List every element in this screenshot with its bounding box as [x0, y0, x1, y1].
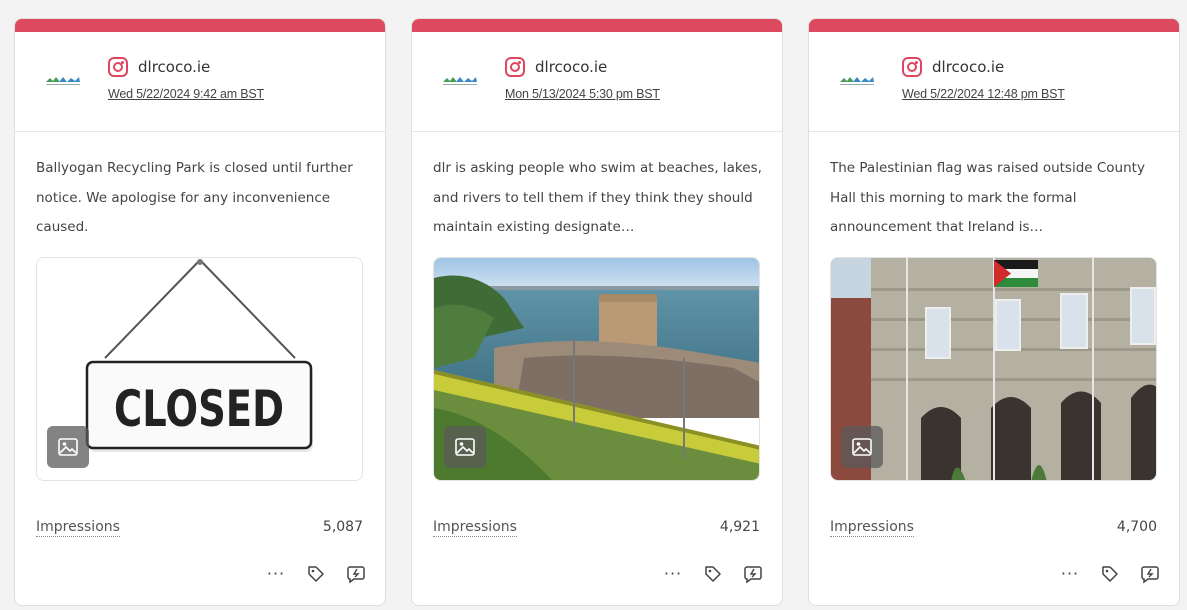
card-header: dlrcoco.ie Wed 5/22/2024 9:42 am BST	[15, 32, 385, 132]
tag-icon[interactable]	[702, 563, 724, 585]
metric-label[interactable]: Impressions	[433, 519, 517, 537]
metric-label[interactable]: Impressions	[36, 519, 120, 537]
post-date-link[interactable]: Wed 5/22/2024 9:42 am BST	[108, 87, 264, 101]
account-name[interactable]: dlrcoco.ie	[932, 58, 1004, 76]
image-icon	[47, 426, 89, 468]
instagram-icon	[505, 57, 525, 77]
post-grid: dlrcoco.ie Wed 5/22/2024 9:42 am BST Bal…	[14, 18, 1180, 606]
metric-label[interactable]: Impressions	[830, 519, 914, 537]
post-caption: Ballyogan Recycling Park is closed until…	[36, 160, 353, 235]
card-status-bar	[412, 19, 782, 32]
brand-logo	[840, 77, 874, 85]
metric-value: 5,087	[322, 519, 363, 535]
image-icon	[444, 426, 486, 468]
card-actions: ···	[662, 563, 764, 585]
metric-value: 4,700	[1116, 519, 1157, 535]
card-header: dlrcoco.ie Wed 5/22/2024 12:48 pm BST	[809, 32, 1179, 132]
reply-icon[interactable]	[1139, 563, 1161, 585]
post-card[interactable]: dlrcoco.ie Wed 5/22/2024 12:48 pm BST Th…	[808, 18, 1180, 606]
post-image[interactable]	[830, 257, 1157, 481]
image-icon	[841, 426, 883, 468]
instagram-icon	[902, 57, 922, 77]
card-actions: ···	[265, 563, 367, 585]
post-card[interactable]: dlrcoco.ie Mon 5/13/2024 5:30 pm BST dlr…	[411, 18, 783, 606]
post-card[interactable]: dlrcoco.ie Wed 5/22/2024 9:42 am BST Bal…	[14, 18, 386, 606]
sign-text: CLOSED	[114, 380, 284, 438]
account-name[interactable]: dlrcoco.ie	[535, 58, 607, 76]
reply-icon[interactable]	[742, 563, 764, 585]
brand-logo	[46, 77, 80, 85]
post-image[interactable]	[433, 257, 760, 481]
reply-icon[interactable]	[345, 563, 367, 585]
card-actions: ···	[1059, 563, 1161, 585]
tag-icon[interactable]	[305, 563, 327, 585]
brand-logo	[443, 77, 477, 85]
post-date-link[interactable]: Mon 5/13/2024 5:30 pm BST	[505, 87, 660, 101]
metric-value: 4,921	[719, 519, 760, 535]
card-status-bar	[809, 19, 1179, 32]
more-dots-icon[interactable]: ···	[1059, 563, 1081, 585]
card-header: dlrcoco.ie Mon 5/13/2024 5:30 pm BST	[412, 32, 782, 132]
instagram-icon	[108, 57, 128, 77]
account-name[interactable]: dlrcoco.ie	[138, 58, 210, 76]
more-dots-icon[interactable]: ···	[265, 563, 287, 585]
card-status-bar	[15, 19, 385, 32]
post-date-link[interactable]: Wed 5/22/2024 12:48 pm BST	[902, 87, 1065, 101]
post-caption: The Palestinian flag was raised outside …	[830, 160, 1145, 235]
more-dots-icon[interactable]: ···	[662, 563, 684, 585]
tag-icon[interactable]	[1099, 563, 1121, 585]
post-image[interactable]: CLOSED	[36, 257, 363, 481]
post-caption: dlr is asking people who swim at beaches…	[433, 160, 762, 235]
